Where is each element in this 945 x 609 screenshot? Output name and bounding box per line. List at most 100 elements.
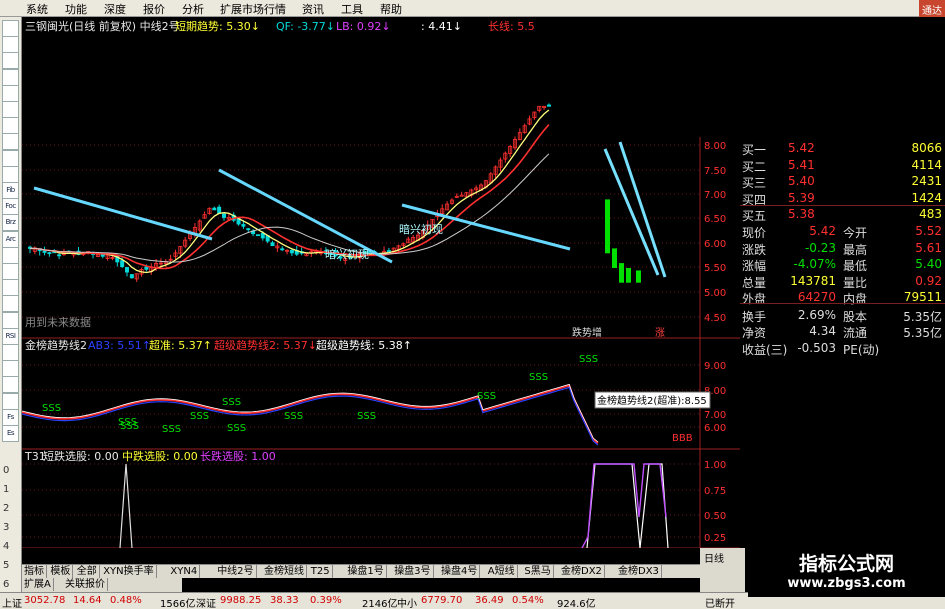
toolbar-tool-23[interactable] xyxy=(2,392,19,410)
toolbar-tool-10[interactable]: Fib xyxy=(2,182,19,199)
main-y-tick: 5.50 xyxy=(704,263,726,274)
order-book-row: 买一 5.42 8066 xyxy=(740,141,945,157)
indicator-tab-12[interactable]: S黑马 xyxy=(522,565,554,578)
indicator-tab-13[interactable]: 金榜DX2 xyxy=(559,565,605,578)
indicator-tab-9[interactable]: 操盘3号 xyxy=(392,565,434,578)
toolbar-tool-20[interactable] xyxy=(2,344,19,361)
sss-signal: SSS xyxy=(357,411,376,422)
indicator-tab-1[interactable]: 模板 xyxy=(48,565,74,578)
menu-system[interactable]: 系统 xyxy=(26,1,48,17)
toolbar-tool-2[interactable] xyxy=(2,52,19,70)
lower-tab-1[interactable]: 关联报价 xyxy=(63,578,108,591)
indicator-tab-0[interactable]: 指标 xyxy=(22,565,47,578)
connect-indicator[interactable]: 通达 xyxy=(919,0,945,17)
stat-value-2: 5.35亿 xyxy=(903,310,942,324)
menu-function[interactable]: 功能 xyxy=(65,1,87,17)
toolbar-tool-17[interactable] xyxy=(2,295,19,313)
indicator-tab-6[interactable]: 金榜短线 xyxy=(262,565,307,578)
toolbar-tool-7[interactable] xyxy=(2,133,19,151)
toolbar-tool-9[interactable] xyxy=(2,165,19,183)
candle-body xyxy=(246,228,251,231)
toolbar-tool-21[interactable] xyxy=(2,360,19,378)
toolbar-tool-15[interactable] xyxy=(2,263,19,280)
sub1-ab3: AB3: 5.51↑ xyxy=(88,339,151,352)
indicator-tab-10[interactable]: 操盘4号 xyxy=(439,565,481,578)
toolbar-tool-14[interactable] xyxy=(2,246,19,264)
indicator-tab-14[interactable]: 金榜DX3 xyxy=(616,565,662,578)
stat-row: 换手 2.69% 股本 5.35亿 xyxy=(740,308,945,324)
main-y-tick: 5.00 xyxy=(704,288,726,299)
candle-body xyxy=(260,232,265,239)
tooltip-text: 金榜趋势线2(超准):8.55 xyxy=(597,394,707,407)
toolbar-tool-11[interactable]: Foc xyxy=(2,198,19,216)
indicator-tab-4[interactable]: XYN4 xyxy=(168,565,201,578)
index-sh-change: 14.64 xyxy=(73,595,102,606)
toolbar-tool-12[interactable]: Brz xyxy=(2,214,19,232)
candle-body xyxy=(57,254,62,257)
stat-label: 涨幅 xyxy=(742,259,767,273)
indicator-tab-5[interactable]: 中线2号 xyxy=(215,565,257,578)
candle-body xyxy=(386,250,391,252)
toolbar-tool-13[interactable]: Arc xyxy=(2,230,19,248)
period-daily[interactable]: 日线 xyxy=(704,550,724,565)
stat-label: 换手 xyxy=(742,310,767,324)
toolbar-tool-24[interactable]: Fs xyxy=(2,408,19,426)
indicator-tab-11[interactable]: A短线 xyxy=(486,565,518,578)
toolbar-num-5: 5 xyxy=(3,560,10,571)
menu-help[interactable]: 帮助 xyxy=(380,1,402,17)
ob-volume: 4114 xyxy=(911,157,942,172)
main-y-tick: 4.50 xyxy=(704,313,726,324)
menu-ext-market[interactable]: 扩展市场行情 xyxy=(220,1,286,17)
ob-volume: 2431 xyxy=(911,174,942,188)
toolbar-tool-22[interactable] xyxy=(2,376,19,394)
stat-value: -0.503 xyxy=(797,340,836,355)
ind-unnamed: : 4.41↓ xyxy=(421,20,462,33)
lower-tab-0[interactable]: 扩展A xyxy=(22,578,54,591)
menu-tools[interactable]: 工具 xyxy=(341,1,363,17)
ob-volume: 483 xyxy=(919,207,942,221)
candle-body xyxy=(626,268,631,283)
toolbar-tool-16[interactable] xyxy=(2,279,19,297)
indicator-tab-3[interactable]: XYN换手率 xyxy=(101,565,157,578)
ob-label: 买五 xyxy=(742,209,767,223)
stat-label-2: 今开 xyxy=(843,226,868,240)
stat-value: 2.69% xyxy=(797,308,836,322)
stat-value: -0.23 xyxy=(804,240,836,255)
ob-volume: 8066 xyxy=(911,141,942,155)
menu-depth[interactable]: 深度 xyxy=(104,1,126,17)
toolbar-tool-3[interactable] xyxy=(2,68,19,86)
candle-body xyxy=(280,248,285,251)
stat-row: 收益(三) -0.503 PE(动) xyxy=(740,340,945,357)
candle-body xyxy=(47,252,52,255)
annotation-2: 暗兴初现 xyxy=(325,247,369,261)
toolbar-tool-6[interactable] xyxy=(2,117,19,135)
indicator-tab-2[interactable]: 全部 xyxy=(75,565,100,578)
sss-signal: SSS xyxy=(222,397,241,408)
menu-analysis[interactable]: 分析 xyxy=(182,1,204,17)
stat-value-2: 5.40 xyxy=(915,257,942,271)
toolbar-num-0: 0 xyxy=(3,465,10,476)
toolbar-tool-8[interactable] xyxy=(2,149,19,167)
toolbar-tool-1[interactable] xyxy=(2,36,19,54)
toolbar-tool-0[interactable] xyxy=(2,20,19,37)
menu-news[interactable]: 资讯 xyxy=(302,1,324,17)
candle-body xyxy=(144,266,149,270)
toolbar-tool-25[interactable]: Es xyxy=(2,425,19,442)
indicator-tab-8[interactable]: 操盘1号 xyxy=(345,565,387,578)
candle-body xyxy=(212,207,217,211)
index-sme-pct: 0.54% xyxy=(512,595,544,606)
toolbar-tool-19[interactable]: RSI xyxy=(2,327,19,345)
indicator-tab-7[interactable]: T25 xyxy=(309,565,333,578)
index-sz-pct: 0.39% xyxy=(310,595,342,606)
index-sh-value: 3052.78 xyxy=(24,595,66,606)
toolbar-tool-18[interactable] xyxy=(2,311,19,329)
connection-status: 已断开 xyxy=(705,599,735,609)
menu-quote[interactable]: 报价 xyxy=(143,1,165,17)
chart-area[interactable]: SSSSSSSSSSSSSSS SSSSSSSSSSSSSSS SSS SSSBBB … xyxy=(22,17,740,548)
ind-long-line: 长线: 5.5 xyxy=(488,19,535,33)
candle-body xyxy=(270,242,275,247)
candle-body xyxy=(546,104,551,107)
stat-label: 涨跌 xyxy=(742,242,767,257)
toolbar-tool-5[interactable] xyxy=(2,101,19,118)
toolbar-tool-4[interactable] xyxy=(2,84,19,102)
